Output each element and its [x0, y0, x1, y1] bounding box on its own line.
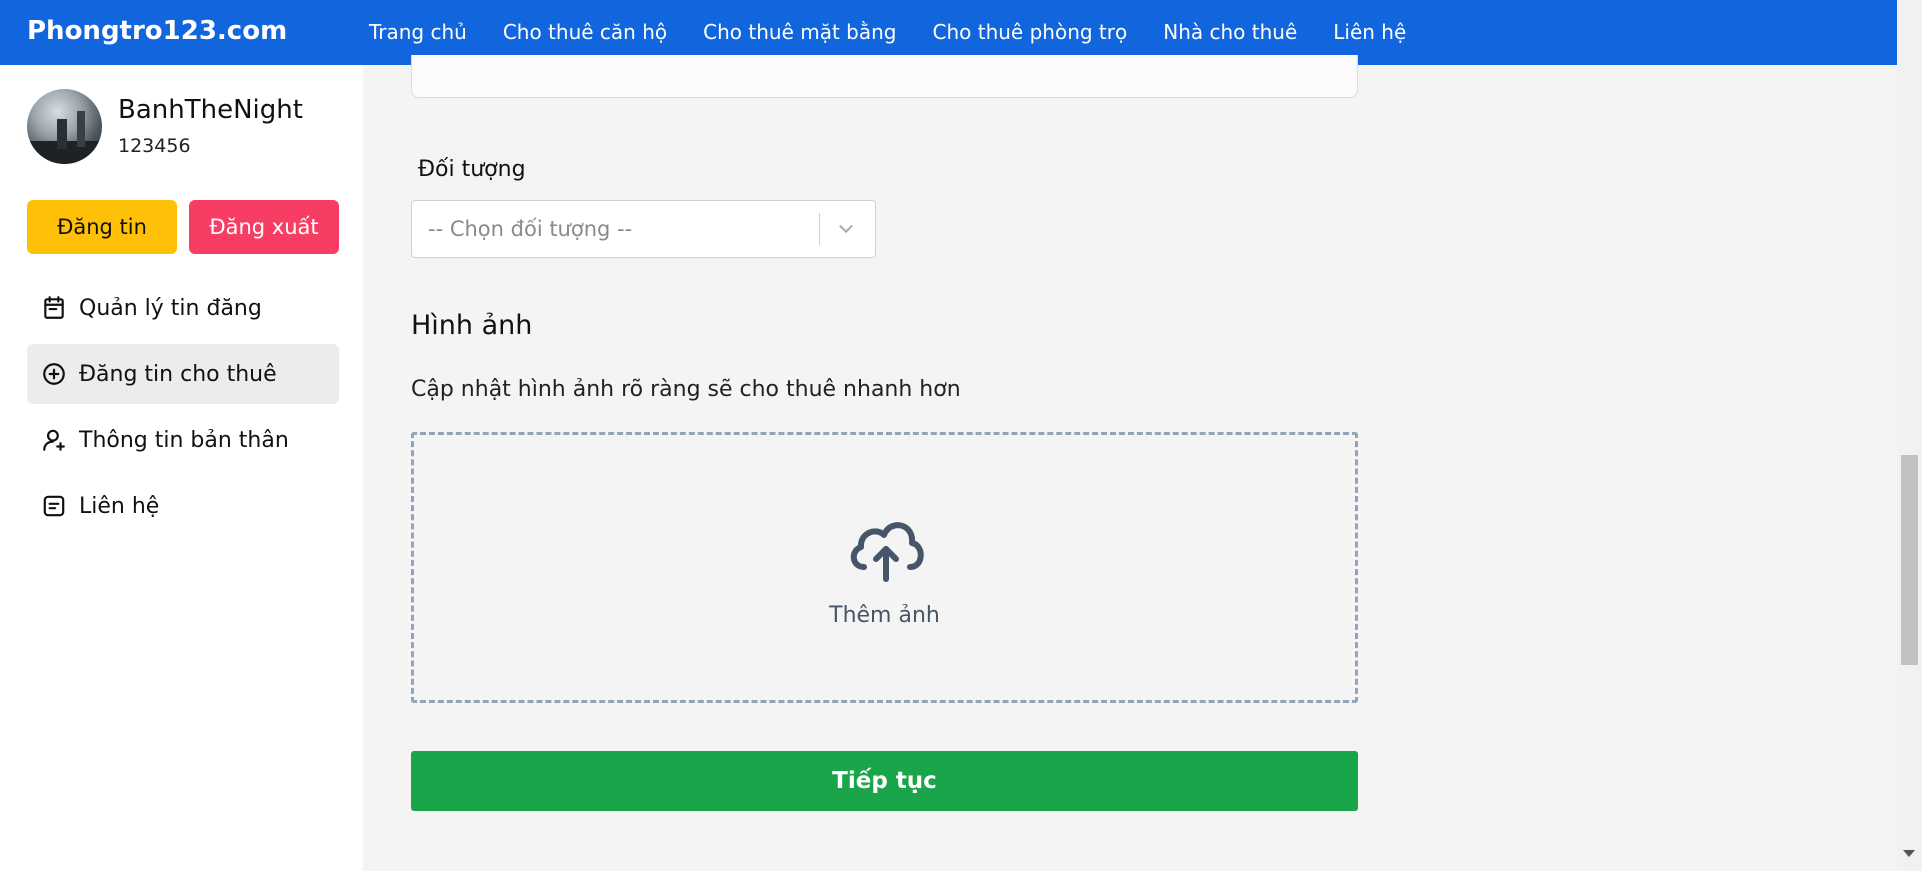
avatar: [27, 89, 102, 164]
nav-home[interactable]: Trang chủ: [369, 20, 467, 44]
sidebar-menu: Quản lý tin đăng Đăng tin cho thuê Thông…: [27, 278, 339, 542]
text-field-bottom[interactable]: [411, 55, 1358, 98]
message-icon: [43, 495, 65, 517]
sidebar-item-new-post[interactable]: Đăng tin cho thuê: [27, 344, 339, 404]
image-upload-dropzone[interactable]: Thêm ảnh: [411, 432, 1358, 703]
sidebar-item-label: Thông tin bản thân: [79, 427, 289, 453]
upload-label: Thêm ảnh: [829, 603, 940, 628]
plus-circle-icon: [43, 363, 65, 385]
user-id: 123456: [118, 135, 191, 157]
sidebar: BanhTheNight 123456 Đăng tin Đăng xuất Q…: [0, 65, 363, 871]
select-separator: [819, 213, 820, 245]
sidebar-item-contact[interactable]: Liên hệ: [27, 476, 339, 536]
calendar-icon: [44, 296, 64, 319]
nav-house[interactable]: Nhà cho thuê: [1163, 20, 1297, 44]
nav-apartment[interactable]: Cho thuê căn hộ: [503, 20, 667, 44]
sidebar-item-label: Quản lý tin đăng: [79, 295, 262, 321]
post-button[interactable]: Đăng tin: [27, 200, 177, 254]
sidebar-item-profile[interactable]: Thông tin bản thân: [27, 410, 339, 470]
sidebar-item-label: Đăng tin cho thuê: [79, 361, 277, 387]
images-heading: Hình ảnh: [411, 310, 533, 341]
target-label: Đối tượng: [418, 157, 526, 182]
nav-room[interactable]: Cho thuê phòng trọ: [933, 20, 1128, 44]
sidebar-item-manage-posts[interactable]: Quản lý tin đăng: [27, 278, 339, 338]
sidebar-item-label: Liên hệ: [79, 493, 160, 519]
scroll-down-arrow-icon[interactable]: [1903, 850, 1915, 857]
target-select[interactable]: -- Chọn đối tượng --: [411, 200, 876, 258]
username: BanhTheNight: [118, 95, 303, 125]
nav-premises[interactable]: Cho thuê mặt bằng: [703, 20, 896, 44]
continue-button[interactable]: Tiếp tục: [411, 751, 1358, 811]
main-nav: Trang chủ Cho thuê căn hộ Cho thuê mặt b…: [369, 20, 1442, 44]
scrollbar-thumb[interactable]: [1901, 455, 1918, 665]
user-icon: [43, 429, 65, 451]
site-logo[interactable]: Phongtro123.com: [27, 16, 287, 46]
cloud-upload-icon: [850, 522, 924, 582]
nav-contact[interactable]: Liên hệ: [1333, 20, 1406, 44]
select-placeholder: -- Chọn đối tượng --: [428, 217, 633, 241]
scrollbar[interactable]: [1897, 0, 1922, 871]
images-description: Cập nhật hình ảnh rõ ràng sẽ cho thuê nh…: [411, 377, 961, 402]
chevron-down-icon[interactable]: [835, 218, 857, 240]
logout-button[interactable]: Đăng xuất: [189, 200, 339, 254]
